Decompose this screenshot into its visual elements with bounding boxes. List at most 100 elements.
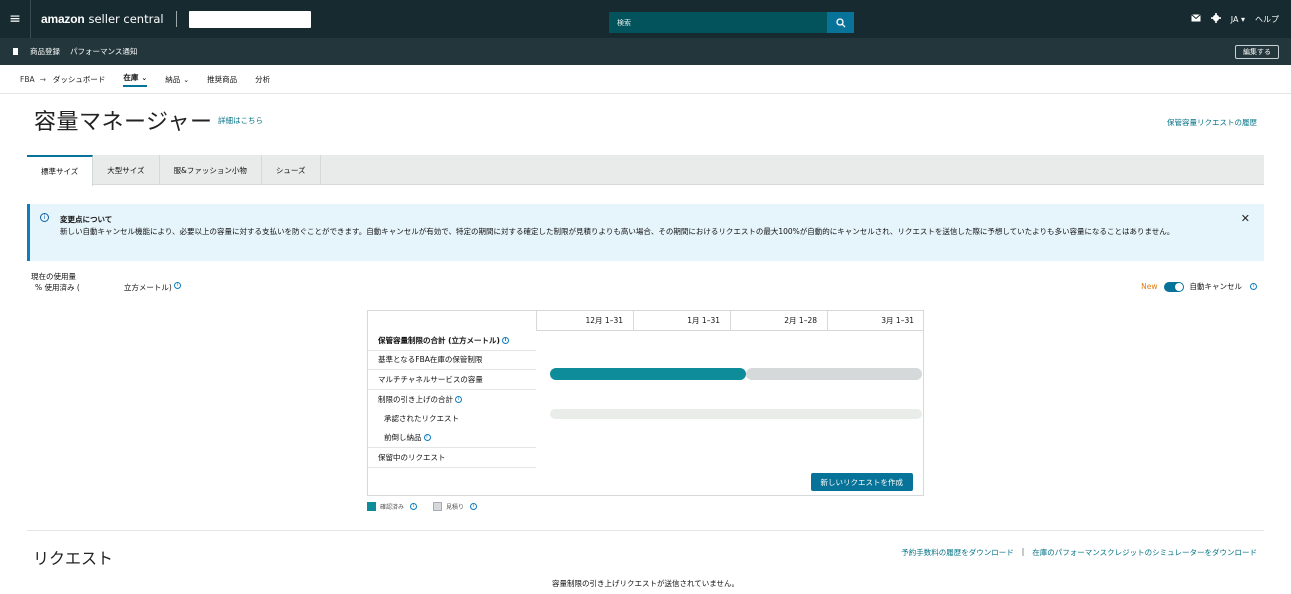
breadcrumb-fba[interactable]: FBA (20, 75, 35, 84)
row-label: 基準となるFBA在庫の保管制限 (378, 355, 483, 365)
seller-central-logo[interactable]: amazon seller central (41, 12, 164, 26)
hamburger-divider (30, 0, 31, 38)
row-base-limit: 基準となるFBA在庫の保管制限 (368, 351, 536, 370)
search-button[interactable] (827, 12, 854, 33)
row-mcf-capacity: マルチチャネルサービスの容量 (368, 370, 536, 390)
bookmark-link-performance[interactable]: パフォーマンス通知 (70, 46, 137, 57)
row-label: 制限の引き上げの合計 (378, 394, 453, 404)
autocancel-toggle[interactable] (1163, 281, 1184, 292)
row-label: 前倒し納品 (384, 433, 422, 443)
download-simulator-link[interactable]: 在庫のパフォーマンスクレジットのシミュレーターをダウンロード (1032, 547, 1257, 558)
requests-title: リクエスト (33, 549, 114, 568)
mail-icon[interactable] (1190, 14, 1201, 24)
row-label: マルチチャネルサービスの容量 (378, 374, 483, 384)
gear-icon[interactable] (1210, 13, 1221, 25)
info-icon[interactable]: i (1250, 283, 1257, 290)
legend-confirmed: 確認済み (380, 504, 405, 511)
estimate-bar (746, 368, 922, 380)
size-tabs: 標準サイズ 大型サイズ 服&ファッション小物 シューズ (27, 155, 1264, 186)
alert-body: 新しい自動キャンセル機能により、必要以上の容量に対する支払いを防ぐことができます… (60, 227, 1175, 236)
nav-item-shipments-label: 納品 (165, 74, 181, 84)
bookmark-icon[interactable] (0, 48, 30, 55)
fba-navigation: FBA → ダッシュボード 在庫 ⌄ 納品 ⌄ 推奨商品 分析 (0, 65, 1291, 94)
info-icon[interactable]: i (410, 503, 418, 510)
percent-used-label: % 使用済み ( (35, 283, 80, 292)
nav-item-dashboard[interactable]: ダッシュボード (53, 74, 106, 85)
topbar-right-actions: JA ▾ ヘルプ (1190, 13, 1279, 25)
top-navigation-bar: ≡ amazon seller central JA ▾ ヘルプ (0, 0, 1291, 38)
edit-bookmarks-button[interactable]: 編集する (1235, 45, 1279, 59)
tab-standard-size[interactable]: 標準サイズ (27, 155, 94, 186)
logo-brand: amazon (41, 12, 85, 26)
month-header-cell: 12月 1–31 (536, 311, 633, 330)
row-total-capacity: 保管容量制限の合計 (立方メートル) i (368, 331, 536, 351)
nav-item-inventory[interactable]: 在庫 ⌄ (123, 72, 148, 87)
logo-divider (175, 11, 177, 27)
section-divider (27, 530, 1264, 531)
nav-item-shipments[interactable]: 納品 ⌄ (165, 74, 189, 85)
requests-download-links: 予約手数料の履歴をダウンロード | 在庫のパフォーマンスクレジットのシミュレータ… (901, 547, 1257, 558)
row-early-inbound: 前倒し納品 i (368, 429, 536, 448)
row-total-increase: 制限の引き上げの合計 i (368, 390, 536, 410)
search-icon (835, 17, 845, 27)
month-header-cell: 3月 1–31 (827, 311, 924, 330)
breadcrumb-arrow: → (39, 74, 46, 84)
row-label: 承認されたリクエスト (384, 414, 459, 424)
nav-item-analytics[interactable]: 分析 (255, 74, 270, 85)
capacity-table: 12月 1–31 1月 1–31 2月 1–28 3月 1–31 保管容量制限の… (367, 310, 924, 496)
info-icon[interactable]: i (423, 434, 431, 442)
hamburger-menu-icon[interactable]: ≡ (0, 0, 30, 38)
month-header-cell: 2月 1–28 (730, 311, 827, 330)
month-header: 12月 1–31 1月 1–31 2月 1–28 3月 1–31 (536, 311, 924, 331)
autocancel-control: New 自動キャンセル i (1141, 281, 1257, 292)
search-bar (609, 12, 854, 33)
request-history-link[interactable]: 保管容量リクエストの履歴 (1167, 117, 1257, 128)
autocancel-label: 自動キャンセル (1189, 282, 1243, 291)
create-request-button[interactable]: 新しいリクエストを作成 (810, 473, 913, 491)
estimate-bar (550, 409, 922, 419)
account-switcher[interactable] (188, 10, 311, 28)
empty-requests-message: 容量制限の引き上げリクエストが送信されていません。 (551, 579, 740, 588)
chevron-down-icon: ⌄ (183, 75, 190, 84)
chart-legend: 確認済み i 見積り i (367, 502, 478, 511)
info-icon[interactable]: i (173, 282, 181, 289)
current-usage: 現在の使用量 % 使用済み ( 立方メートル) i (31, 271, 181, 293)
tab-shoes[interactable]: シューズ (262, 155, 321, 185)
bookmarks-bar: 商品登録 パフォーマンス通知 編集する (0, 38, 1291, 65)
confirmed-swatch (367, 502, 376, 511)
chevron-down-icon: ⌄ (141, 73, 148, 82)
page-title: 容量マネージャー (34, 110, 213, 135)
close-icon[interactable]: ✕ (1241, 212, 1250, 225)
help-link[interactable]: ヘルプ (1255, 14, 1279, 25)
link-separator: | (1021, 547, 1025, 556)
confirmed-bar (550, 368, 746, 380)
nav-item-inventory-label: 在庫 (123, 72, 139, 82)
legend-estimate: 見積り (446, 504, 465, 511)
month-header-cell: 1月 1–31 (633, 311, 730, 330)
tab-apparel[interactable]: 服&ファッション小物 (160, 155, 262, 185)
row-labels: 保管容量制限の合計 (立方メートル) i 基準となるFBA在庫の保管制限 マルチチ… (368, 331, 536, 468)
capacity-grid (536, 331, 924, 467)
row-approved-requests: 承認されたリクエスト (368, 409, 536, 429)
row-pending-requests: 保留中のリクエスト (368, 448, 536, 468)
info-icon[interactable]: i (455, 395, 462, 403)
alert-title: 変更点について (60, 215, 113, 224)
info-icon[interactable]: i (501, 336, 509, 344)
row-label: 保留中のリクエスト (378, 452, 446, 462)
learn-more-link[interactable]: 詳細はこちら (218, 115, 263, 126)
nav-item-recommended[interactable]: 推奨商品 (207, 74, 237, 85)
search-input[interactable] (609, 12, 827, 33)
bookmark-link-listing[interactable]: 商品登録 (30, 46, 60, 57)
info-alert: i 変更点について 新しい自動キャンセル機能により、必要以上の容量に対する支払い… (27, 204, 1264, 261)
new-badge: New (1141, 282, 1158, 291)
info-icon[interactable]: i (470, 503, 478, 510)
row-label: 保管容量制限の合計 (立方メートル) (378, 335, 500, 345)
current-usage-label: 現在の使用量 (31, 272, 76, 281)
logo-product: seller central (88, 12, 164, 26)
estimate-swatch (433, 502, 443, 511)
unit-label: 立方メートル) (123, 283, 172, 292)
download-fees-link[interactable]: 予約手数料の履歴をダウンロード (901, 547, 1014, 558)
language-selector[interactable]: JA ▾ (1231, 15, 1245, 24)
tab-oversize[interactable]: 大型サイズ (93, 155, 160, 185)
info-icon: i (40, 213, 49, 222)
